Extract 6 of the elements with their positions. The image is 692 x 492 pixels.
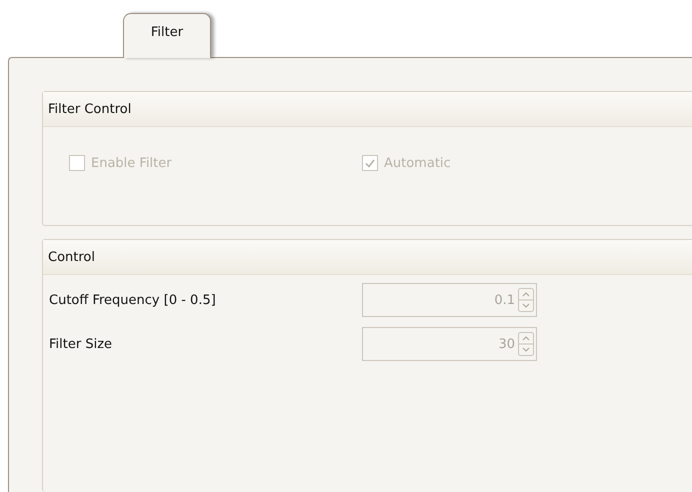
group-title: Control — [43, 240, 692, 275]
field-label: Filter Size — [49, 336, 114, 352]
check-icon — [365, 158, 375, 168]
field-label: Cutoff Frequency [0 - 0.5] — [49, 292, 217, 308]
filter-tab[interactable]: Filter — [123, 13, 211, 58]
group-title: Filter Control — [43, 92, 692, 127]
